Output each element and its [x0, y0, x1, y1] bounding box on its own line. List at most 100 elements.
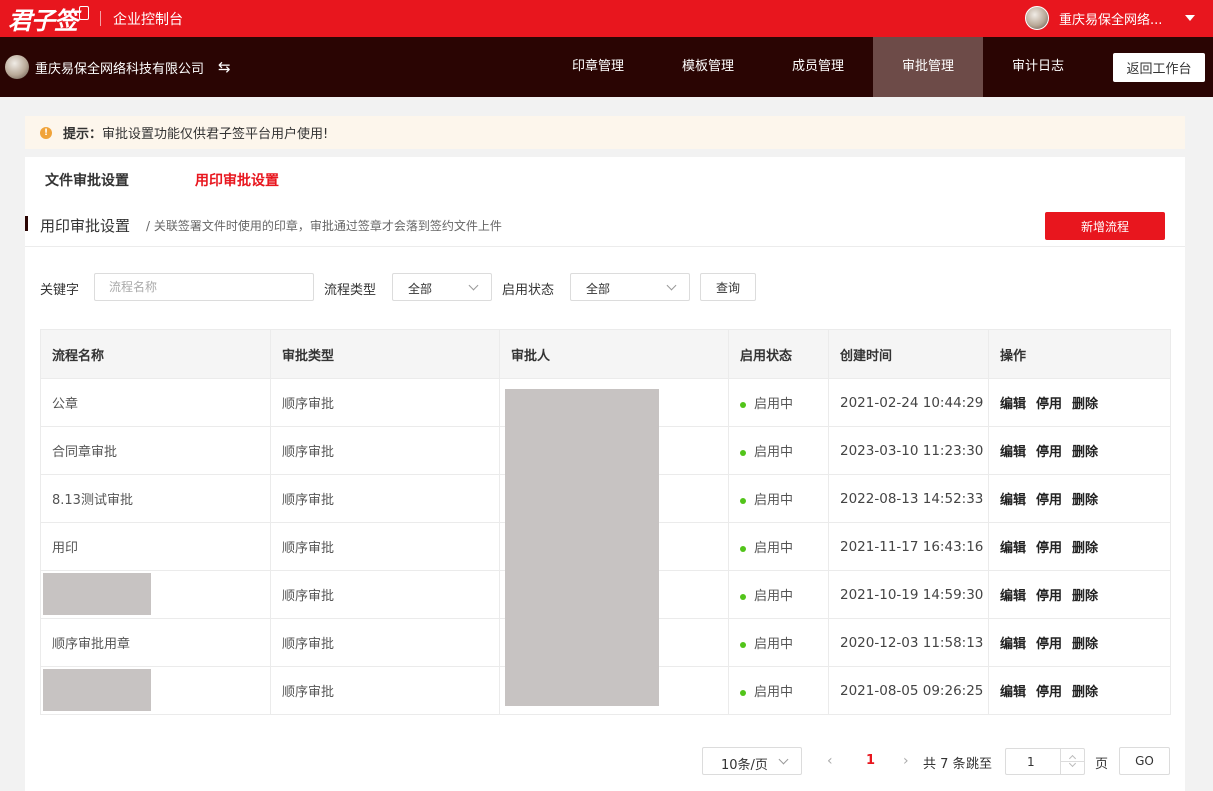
swap-icon[interactable]: ⇆	[218, 58, 231, 76]
enable-status-label: 启用状态	[502, 283, 555, 298]
total-count: 共 7 条	[923, 757, 966, 772]
chevron-down-icon[interactable]	[1185, 15, 1195, 21]
current-page[interactable]: 1	[866, 753, 875, 768]
status-text: 启用中	[754, 589, 794, 604]
nav-item-audit-log[interactable]: 审计日志	[983, 37, 1093, 97]
page-unit: 页	[1095, 757, 1109, 772]
table-header-row: 流程名称 审批类型 审批人 启用状态 创建时间 操作	[40, 329, 1171, 379]
console-title: 企业控制台	[113, 12, 183, 28]
edit-button[interactable]: 编辑	[1000, 685, 1026, 700]
query-button[interactable]: 查询	[700, 273, 756, 301]
company-switcher[interactable]: 重庆易保全网络科技有限公司 ⇆	[5, 55, 231, 79]
disable-button[interactable]: 停用	[1036, 541, 1062, 556]
created-time-cell: 2021-11-17 16:43:16	[828, 522, 989, 571]
status-cell: 启用中	[728, 618, 829, 667]
jump-page-value: 1	[1027, 755, 1035, 769]
actions-cell: 编辑 停用 删除	[988, 618, 1171, 667]
status-dot-icon	[740, 689, 746, 696]
nav-item-member-management[interactable]: 成员管理	[763, 37, 873, 97]
actions-cell: 编辑 停用 删除	[988, 378, 1171, 427]
status-cell: 启用中	[728, 522, 829, 571]
actions-cell: 编辑 停用 删除	[988, 474, 1171, 523]
workflow-name-cell: 公章	[40, 378, 271, 427]
logo[interactable]: 君子签	[8, 2, 89, 35]
nav-item-template-management[interactable]: 模板管理	[653, 37, 763, 97]
delete-button[interactable]: 删除	[1072, 541, 1098, 556]
keyword-label: 关键字	[40, 283, 80, 298]
column-header: 审批人	[499, 329, 729, 379]
chevron-down-icon	[666, 280, 677, 291]
tab-seal-approval[interactable]: 用印审批设置	[195, 170, 279, 190]
redacted-name	[43, 573, 151, 615]
created-time-cell: 2022-08-13 14:52:33	[828, 474, 989, 523]
workflow-type-value: 全部	[408, 282, 433, 296]
workflow-type-select[interactable]: 全部	[392, 273, 492, 301]
approval-type-cell: 顺序审批	[270, 474, 500, 523]
main-nav: 重庆易保全网络科技有限公司 ⇆ 印章管理 模板管理 成员管理 审批管理 审计日志…	[0, 37, 1213, 97]
go-button[interactable]: GO	[1119, 747, 1170, 775]
workflow-name-cell	[40, 570, 271, 619]
approval-type-cell: 顺序审批	[270, 666, 500, 715]
disable-button[interactable]: 停用	[1036, 589, 1062, 604]
approval-type-cell: 顺序审批	[270, 378, 500, 427]
edit-button[interactable]: 编辑	[1000, 445, 1026, 460]
disable-button[interactable]: 停用	[1036, 685, 1062, 700]
edit-button[interactable]: 编辑	[1000, 637, 1026, 652]
disable-button[interactable]: 停用	[1036, 445, 1062, 460]
jump-page-input[interactable]: 1	[1005, 748, 1085, 775]
redacted-approvers	[505, 389, 659, 706]
page-stepper[interactable]	[1060, 749, 1084, 774]
status-cell: 启用中	[728, 378, 829, 427]
approval-type-cell: 顺序审批	[270, 570, 500, 619]
workflow-name-cell: 合同章审批	[40, 426, 271, 475]
chevron-down-icon	[778, 754, 789, 765]
disable-button[interactable]: 停用	[1036, 637, 1062, 652]
column-header: 流程名称	[40, 329, 271, 379]
edit-button[interactable]: 编辑	[1000, 589, 1026, 604]
section-marker	[25, 216, 28, 231]
delete-button[interactable]: 删除	[1072, 493, 1098, 508]
disable-button[interactable]: 停用	[1036, 397, 1062, 412]
delete-button[interactable]: 删除	[1072, 637, 1098, 652]
edit-button[interactable]: 编辑	[1000, 541, 1026, 556]
logo-text: 君子签	[8, 5, 78, 35]
workflow-name-cell: 顺序审批用章	[40, 618, 271, 667]
status-cell: 启用中	[728, 426, 829, 475]
divider	[100, 11, 101, 26]
workflow-type-label: 流程类型	[324, 283, 377, 298]
status-text: 启用中	[754, 493, 794, 508]
status-text: 启用中	[754, 445, 794, 460]
avatar[interactable]	[1025, 6, 1049, 30]
user-name[interactable]: 重庆易保全网络...	[1059, 9, 1171, 28]
disable-button[interactable]: 停用	[1036, 493, 1062, 508]
logo-seal-icon	[79, 6, 89, 20]
add-workflow-button[interactable]: 新增流程	[1045, 212, 1165, 240]
notice-text: 审批设置功能仅供君子签平台用户使用!	[102, 127, 329, 142]
delete-button[interactable]: 删除	[1072, 445, 1098, 460]
keyword-input[interactable]	[94, 273, 314, 301]
status-cell: 启用中	[728, 666, 829, 715]
edit-button[interactable]: 编辑	[1000, 397, 1026, 412]
prev-page-icon[interactable]: ‹	[827, 753, 833, 769]
enable-status-select[interactable]: 全部	[570, 273, 690, 301]
notice-banner: ! 提示： 审批设置功能仅供君子签平台用户使用!	[25, 116, 1185, 149]
nav-item-seal-management[interactable]: 印章管理	[543, 37, 653, 97]
user-menu[interactable]: 重庆易保全网络...	[1025, 5, 1195, 31]
delete-button[interactable]: 删除	[1072, 685, 1098, 700]
main-panel: 文件审批设置 用印审批设置 用印审批设置 / 关联签署文件时使用的印章，审批通过…	[25, 157, 1185, 791]
page-size-select[interactable]: 10条/页	[702, 747, 802, 775]
edit-button[interactable]: 编辑	[1000, 493, 1026, 508]
column-header: 操作	[988, 329, 1171, 379]
delete-button[interactable]: 删除	[1072, 397, 1098, 412]
workflow-name-cell: 8.13测试审批	[40, 474, 271, 523]
next-page-icon[interactable]: ›	[903, 753, 909, 769]
created-time-cell: 2023-03-10 11:23:30	[828, 426, 989, 475]
tab-file-approval[interactable]: 文件审批设置	[45, 170, 129, 190]
back-to-workspace-button[interactable]: 返回工作台	[1113, 53, 1205, 82]
status-dot-icon	[740, 593, 746, 600]
nav-item-approval-management[interactable]: 审批管理	[873, 37, 983, 97]
status-dot-icon	[740, 401, 746, 408]
notice-label: 提示：	[63, 127, 103, 142]
delete-button[interactable]: 删除	[1072, 589, 1098, 604]
approval-type-cell: 顺序审批	[270, 426, 500, 475]
